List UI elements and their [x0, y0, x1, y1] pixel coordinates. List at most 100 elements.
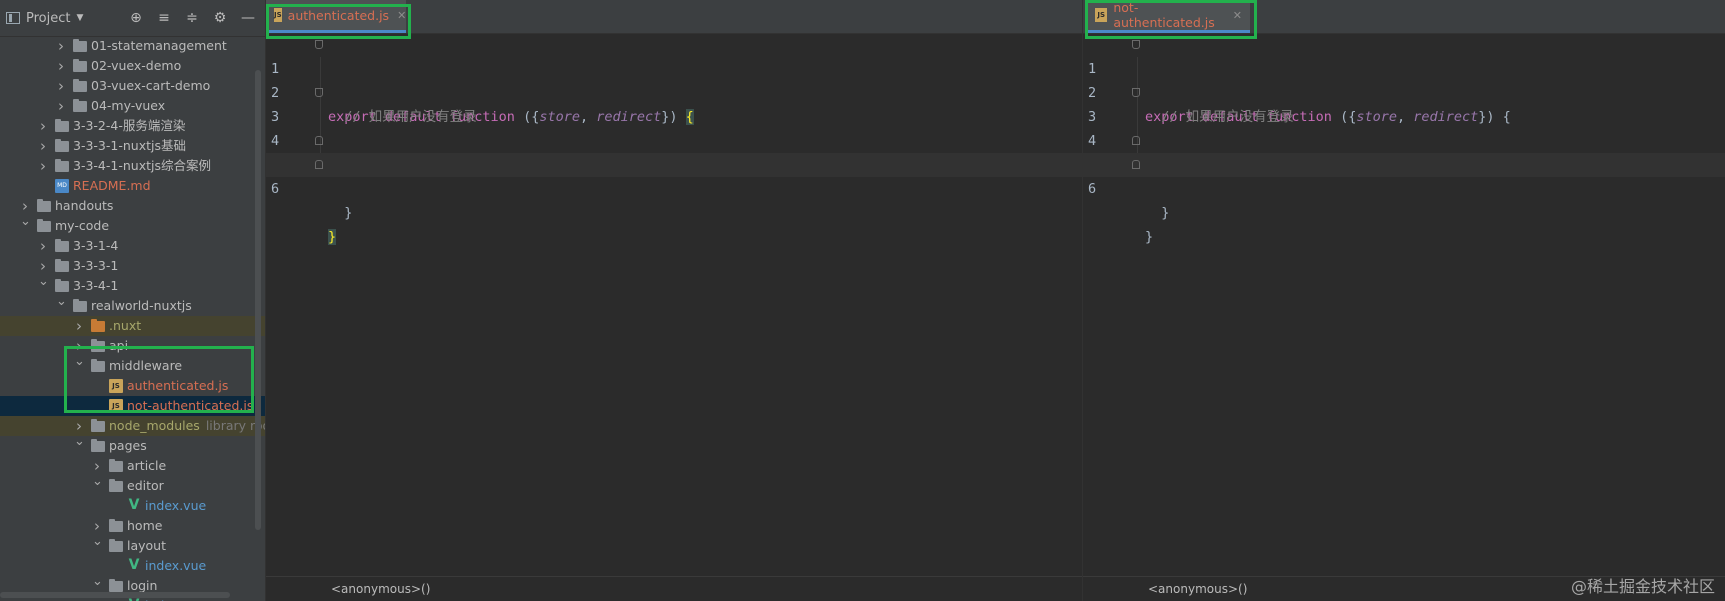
tree-item[interactable]: › home — [0, 516, 265, 536]
tree-item[interactable]: ⌄ realworld-nuxtjs — [0, 294, 265, 316]
chevron-down-icon[interactable]: ▼ — [76, 13, 83, 23]
chevron-down-icon[interactable]: ⌄ — [74, 352, 85, 372]
fold-icon[interactable] — [315, 40, 323, 49]
chevron-right-icon[interactable]: › — [74, 316, 84, 336]
gear-icon[interactable]: ⚙ — [213, 10, 227, 26]
chevron-down-icon[interactable]: ⌄ — [38, 272, 49, 292]
tree-item[interactable]: ⌄ my-code — [0, 214, 265, 236]
tree-vertical-scrollbar[interactable] — [255, 70, 261, 530]
tab-authenticated-js[interactable]: JS authenticated.js ✕ — [266, 0, 406, 33]
tree-item-label: editor — [127, 478, 164, 493]
fold-icon[interactable] — [1132, 160, 1140, 169]
breadcrumb-left[interactable]: <anonymous>() — [266, 576, 1082, 601]
tree-item[interactable]: › 02-vuex-demo — [0, 56, 265, 76]
folder-icon — [73, 79, 87, 92]
folder-icon — [37, 219, 51, 232]
folder-icon — [73, 299, 87, 312]
chevron-down-icon[interactable]: ⌄ — [92, 472, 103, 492]
editor-left[interactable]: JS authenticated.js ✕ 1 export default f… — [265, 0, 1082, 601]
tree-item[interactable]: › .nuxt — [0, 316, 265, 336]
tree-item[interactable]: › api — [0, 336, 265, 356]
tree-item-label: api — [109, 338, 129, 353]
fold-icon[interactable] — [315, 160, 323, 169]
tree-item-label: index.vue — [145, 558, 207, 573]
tree-item[interactable]: › article — [0, 456, 265, 476]
tree-item-label: 02-vuex-demo — [91, 58, 182, 73]
locate-icon[interactable]: ⊕ — [129, 10, 143, 26]
project-panel-title[interactable]: Project — [26, 11, 70, 26]
tree-item-label: 3-3-2-4-服务端渲染 — [73, 118, 186, 133]
line-number: 6 — [1088, 181, 1097, 197]
code-area-right[interactable]: 1 export default function ({store, redir… — [1083, 33, 1725, 601]
tree-item-label: README.md — [73, 178, 151, 193]
tree-item[interactable]: › handouts — [0, 196, 265, 216]
chevron-down-icon[interactable]: ⌄ — [20, 212, 31, 232]
folder-icon — [91, 419, 105, 432]
chevron-right-icon[interactable]: › — [56, 56, 66, 76]
editor-right[interactable]: JS not-authenticated.js ✕ ✔ 1 export def… — [1082, 0, 1725, 601]
fold-icon[interactable] — [315, 88, 323, 97]
fold-icon[interactable] — [1132, 88, 1140, 97]
hide-icon[interactable]: — — [241, 10, 255, 26]
code-area-left[interactable]: 1 export default function ({store, redir… — [266, 33, 1082, 601]
code-line: 2 // 如果用户没有登录 — [1083, 57, 1725, 125]
code-line: 5 } — [1083, 129, 1725, 221]
chevron-right-icon[interactable]: › — [56, 36, 66, 56]
tree-item[interactable]: ›node_moduleslibrary root — [0, 416, 265, 436]
tree-item[interactable]: ⌄ pages — [0, 434, 265, 456]
chevron-down-icon[interactable]: ⌄ — [92, 532, 103, 552]
watermark: @稀土掘金技术社区 — [1570, 577, 1715, 596]
tree-item[interactable]: › 3-3-4-1-nuxtjs综合案例 — [0, 156, 265, 176]
tree-item[interactable]: JS not-authenticated.js — [0, 396, 265, 416]
editor-left-tabbar: JS authenticated.js ✕ — [266, 0, 1082, 34]
tree-item-label: .nuxt — [109, 318, 142, 333]
tree-item[interactable]: ⌄ middleware — [0, 354, 265, 376]
project-tree: › 01-statemanagement › 02-vuex-demo › 03-vuex… — [0, 36, 265, 601]
tree-item-label: layout — [127, 538, 167, 553]
tree-item[interactable]: › 3-3-1-4 — [0, 236, 265, 256]
project-panel-header: Project ▼ ⊕ ≡ ≑ ⚙ — — [0, 0, 265, 37]
tree-item-label: node_moduleslibrary root — [109, 416, 265, 436]
close-icon[interactable]: ✕ — [1233, 9, 1242, 22]
chevron-right-icon[interactable]: › — [56, 96, 66, 116]
tree-item-label: home — [127, 518, 163, 533]
tree-item-label: 3-3-3-1-nuxtjs基础 — [73, 138, 186, 153]
code-line: 4 return redirect('/login') — [266, 105, 1082, 173]
tree-horizontal-scrollbar[interactable] — [0, 592, 230, 598]
tree-item-label: 04-my-vuex — [91, 98, 166, 113]
js-file-icon: JS — [1095, 8, 1108, 22]
fold-icon[interactable] — [1132, 136, 1140, 145]
chevron-right-icon[interactable]: › — [56, 76, 66, 96]
tree-item[interactable]: ⌄ layout — [0, 534, 265, 556]
chevron-right-icon[interactable]: › — [38, 116, 48, 136]
breadcrumb-function[interactable]: <anonymous>() — [331, 577, 430, 601]
tree-item[interactable]: Vindex.vue — [0, 496, 265, 516]
chevron-right-icon[interactable]: › — [38, 156, 48, 176]
tree-item[interactable]: › 04-my-vuex — [0, 96, 265, 116]
tree-item[interactable]: › 3-3-3-1-nuxtjs基础 — [0, 136, 265, 156]
tree-item[interactable]: › 3-3-2-4-服务端渲染 — [0, 116, 265, 136]
chevron-right-icon[interactable]: › — [38, 236, 48, 256]
tree-item[interactable]: › 01-statemanagement — [0, 36, 265, 56]
fold-icon[interactable] — [315, 136, 323, 145]
code-line-current: 6 } — [1083, 153, 1725, 245]
collapse-all-icon[interactable]: ≑ — [185, 10, 199, 26]
tree-item[interactable]: Vindex.vue — [0, 556, 265, 576]
tree-item[interactable]: › 03-vuex-cart-demo — [0, 76, 265, 96]
expand-all-icon[interactable]: ≡ — [157, 10, 171, 26]
chevron-right-icon[interactable]: › — [38, 136, 48, 156]
close-icon[interactable]: ✕ — [397, 9, 406, 22]
fold-icon[interactable] — [1132, 40, 1140, 49]
tree-item[interactable]: MD README.md — [0, 176, 265, 196]
tab-not-authenticated-js[interactable]: JS not-authenticated.js ✕ — [1087, 0, 1250, 33]
tree-item[interactable]: JS authenticated.js — [0, 376, 265, 396]
tree-item[interactable]: ⌄ editor — [0, 474, 265, 496]
folder-icon — [109, 479, 123, 492]
chevron-down-icon[interactable]: ⌄ — [56, 292, 67, 312]
tree-item[interactable]: ⌄ 3-3-4-1 — [0, 274, 265, 296]
breadcrumb-function[interactable]: <anonymous>() — [1148, 577, 1247, 601]
code-line: 5 } — [266, 129, 1082, 221]
chevron-down-icon[interactable]: ⌄ — [92, 572, 103, 592]
chevron-down-icon[interactable]: ⌄ — [74, 432, 85, 452]
folder-icon — [37, 199, 51, 212]
